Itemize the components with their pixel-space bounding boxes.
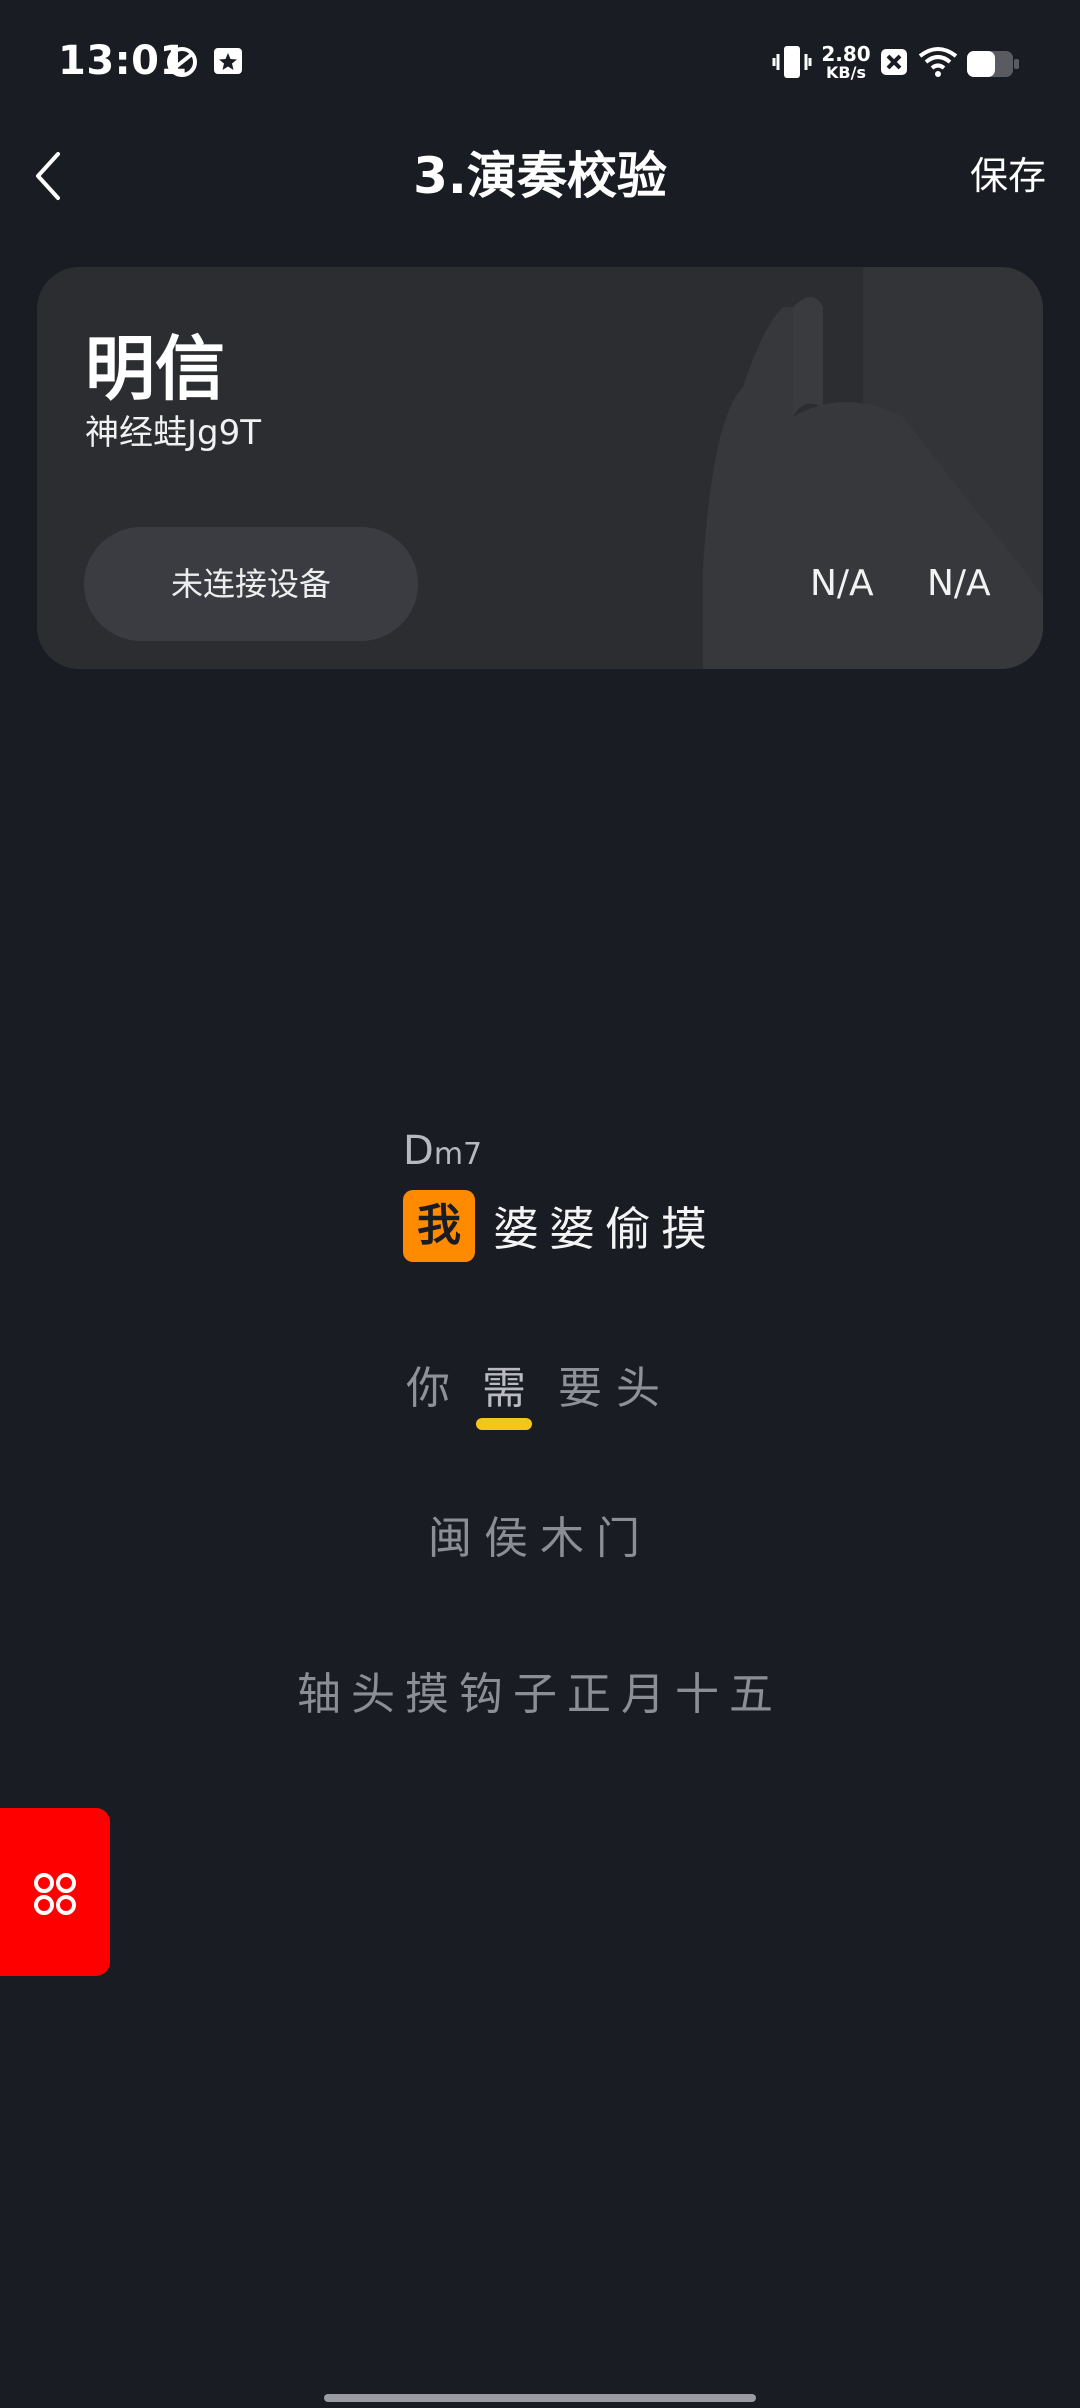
stat-value-2: N/A bbox=[927, 563, 991, 604]
song-title: 明信 bbox=[85, 328, 225, 410]
lyric-current-char: 我 bbox=[403, 1190, 475, 1262]
lyric-line-2-after: 要头 bbox=[558, 1363, 674, 1414]
status-bar: 13:01 2.80 KB/s bbox=[0, 0, 1080, 130]
vibrate-icon bbox=[772, 46, 812, 78]
song-artist: 神经蛙Jg9T bbox=[85, 413, 262, 453]
network-speed: 2.80 KB/s bbox=[818, 44, 874, 82]
lyric-line-3: 闽侯木门 bbox=[428, 1513, 652, 1564]
page-title: 3.演奏校验 bbox=[413, 147, 667, 205]
four-circles-icon bbox=[34, 1873, 76, 1915]
lyric-line-2: 你需要头 bbox=[0, 1352, 1080, 1430]
star-notification-icon bbox=[214, 48, 242, 74]
screen: 13:01 2.80 KB/s 3.演奏校验 保存 明信 神经蛙Jg9T 未连接… bbox=[0, 0, 1080, 2408]
chord-quality: m7 bbox=[433, 1137, 483, 1172]
lyric-current-line: 我 婆婆偷摸 bbox=[403, 1190, 717, 1262]
wifi-icon bbox=[918, 47, 958, 77]
leaf-icon bbox=[167, 47, 197, 77]
guitar-silhouette-decoration bbox=[703, 267, 1043, 669]
floating-tools-button[interactable] bbox=[0, 1808, 110, 1976]
connect-device-button[interactable]: 未连接设备 bbox=[84, 527, 418, 641]
save-button[interactable]: 保存 bbox=[970, 140, 1046, 212]
lyric-line-2-before: 你 bbox=[406, 1363, 464, 1414]
chord-label: Dm7 bbox=[403, 1128, 482, 1174]
network-speed-unit: KB/s bbox=[826, 63, 866, 82]
progress-underline bbox=[476, 1418, 532, 1430]
lyric-line-2-active: 需 bbox=[476, 1352, 540, 1430]
chord-root: D bbox=[403, 1128, 434, 1174]
home-indicator[interactable] bbox=[324, 2394, 756, 2402]
lyric-line-4: 轴头摸钩子正月十五 bbox=[297, 1669, 783, 1720]
battery-icon bbox=[967, 51, 1019, 77]
sim-x-icon bbox=[881, 49, 907, 75]
lyric-line-2-active-char: 需 bbox=[482, 1363, 540, 1414]
song-card: 明信 神经蛙Jg9T 未连接设备 N/A N/A bbox=[37, 267, 1043, 669]
lyric-current-rest: 婆婆偷摸 bbox=[493, 1202, 717, 1256]
stat-value-1: N/A bbox=[810, 563, 874, 604]
